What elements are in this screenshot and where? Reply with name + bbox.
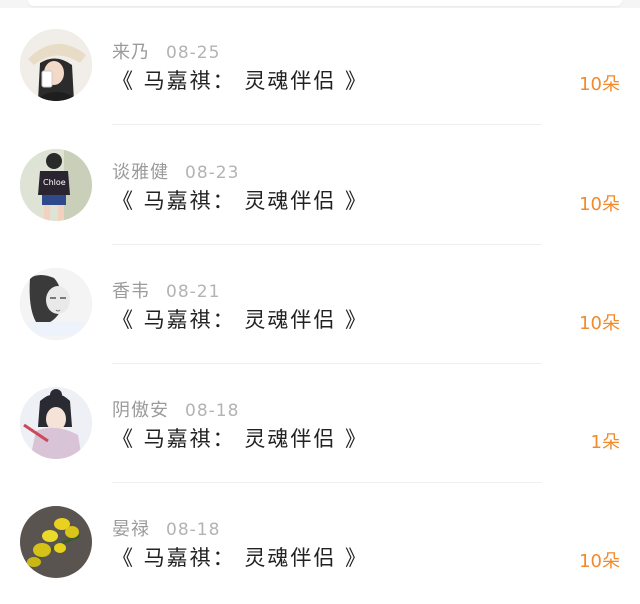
avatar[interactable] [20,506,92,578]
avatar[interactable] [20,268,92,340]
gift-amount: 10朵 [579,194,620,215]
item-meta: 阴傲安 08-18 [112,396,239,422]
avatar[interactable] [20,29,92,101]
user-name: 阴傲安 [112,400,169,421]
avatar-yellow-flowers-icon [20,506,92,578]
list-item[interactable]: Chloe 谈雅健 08-23 《 马嘉祺： 灵魂伴侣 》 10朵 [0,120,640,245]
gift-amount: 1朵 [590,432,620,453]
list-item[interactable]: 晏禄 08-18 《 马嘉祺： 灵魂伴侣 》 10朵 [0,477,640,596]
user-name: 香韦 [112,281,150,302]
avatar-anime-character-icon [20,387,92,459]
user-name: 晏禄 [112,519,150,540]
svg-text:Chloe: Chloe [43,178,66,187]
avatar-girl-chloe-tshirt-icon: Chloe [20,149,92,221]
gift-amount: 10朵 [579,313,620,334]
item-date: 08-25 [166,43,221,63]
item-meta: 晏禄 08-18 [112,515,220,541]
avatar-sketch-portrait-icon [20,268,92,340]
avatar[interactable] [20,387,92,459]
list-item[interactable]: 阴傲安 08-18 《 马嘉祺： 灵魂伴侣 》 1朵 [0,358,640,483]
item-date: 08-18 [166,520,221,540]
list-item[interactable]: 香韦 08-21 《 马嘉祺： 灵魂伴侣 》 10朵 [0,239,640,364]
item-title: 《 马嘉祺： 灵魂伴侣 》 [112,308,369,332]
item-date: 08-18 [185,401,240,421]
item-meta: 香韦 08-21 [112,277,220,303]
avatar[interactable]: Chloe [20,149,92,221]
gift-amount: 10朵 [579,74,620,95]
user-name: 谈雅健 [112,162,169,183]
user-name: 来乃 [112,42,150,63]
item-title: 《 马嘉祺： 灵魂伴侣 》 [112,189,369,213]
item-title: 《 马嘉祺： 灵魂伴侣 》 [112,427,369,451]
item-title: 《 马嘉祺： 灵魂伴侣 》 [112,546,369,570]
item-date: 08-23 [185,163,240,183]
gift-amount: 10朵 [579,551,620,572]
item-meta: 谈雅健 08-23 [112,158,239,184]
item-title: 《 马嘉祺： 灵魂伴侣 》 [112,69,369,93]
item-meta: 来乃 08-25 [112,38,220,64]
list-item[interactable]: 来乃 08-25 《 马嘉祺： 灵魂伴侣 》 10朵 [0,0,640,125]
item-date: 08-21 [166,282,221,302]
avatar-woman-hat-icon [20,29,92,101]
